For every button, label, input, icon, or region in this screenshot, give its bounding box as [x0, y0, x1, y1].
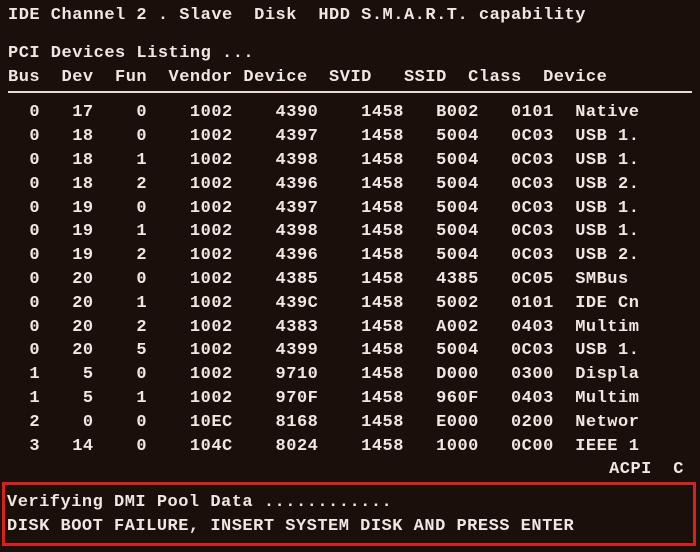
table-row: 0 18 2 1002 4396 1458 5004 0C03 USB 2.: [8, 173, 692, 197]
table-row: 0 20 0 1002 4385 1458 4385 0C05 SMBus: [8, 268, 692, 292]
table-row: 1 5 1 1002 970F 1458 960F 0403 Multim: [8, 387, 692, 411]
boot-error-box: Verifying DMI Pool Data ............ DIS…: [2, 482, 696, 546]
table-row: 0 19 2 1002 4396 1458 5004 0C03 USB 2.: [8, 244, 692, 268]
table-row: 0 18 1 1002 4398 1458 5004 0C03 USB 1.: [8, 149, 692, 173]
ide-channel-line: IDE Channel 2 . Slave Disk HDD S.M.A.R.T…: [8, 4, 692, 28]
table-row: 0 20 5 1002 4399 1458 5004 0C03 USB 1.: [8, 339, 692, 363]
table-row: 0 18 0 1002 4397 1458 5004 0C03 USB 1.: [8, 125, 692, 149]
pci-table-body: 0 17 0 1002 4390 1458 B002 0101 Native 0…: [8, 101, 692, 458]
table-row: 0 19 1 1002 4398 1458 5004 0C03 USB 1.: [8, 220, 692, 244]
disk-boot-failure-line: DISK BOOT FAILURE, INSERT SYSTEM DISK AN…: [7, 515, 691, 539]
table-row: 0 17 0 1002 4390 1458 B002 0101 Native: [8, 101, 692, 125]
pci-listing-title: PCI Devices Listing ...: [8, 42, 692, 66]
pci-table-header: Bus Dev Fun Vendor Device SVID SSID Clas…: [8, 66, 692, 90]
acpi-tail-text: ACPI C: [8, 458, 692, 482]
table-row: 1 5 0 1002 9710 1458 D000 0300 Displa: [8, 363, 692, 387]
table-row: 0 19 0 1002 4397 1458 5004 0C03 USB 1.: [8, 197, 692, 221]
table-row: 0 20 1 1002 439C 1458 5002 0101 IDE Cn: [8, 292, 692, 316]
dmi-verify-line: Verifying DMI Pool Data ............: [7, 491, 691, 515]
table-row: 2 0 0 10EC 8168 1458 E000 0200 Networ: [8, 411, 692, 435]
header-rule: [8, 91, 692, 93]
table-row: 0 20 2 1002 4383 1458 A002 0403 Multim: [8, 316, 692, 340]
table-row: 3 14 0 104C 8024 1458 1000 0C00 IEEE 1: [8, 435, 692, 459]
